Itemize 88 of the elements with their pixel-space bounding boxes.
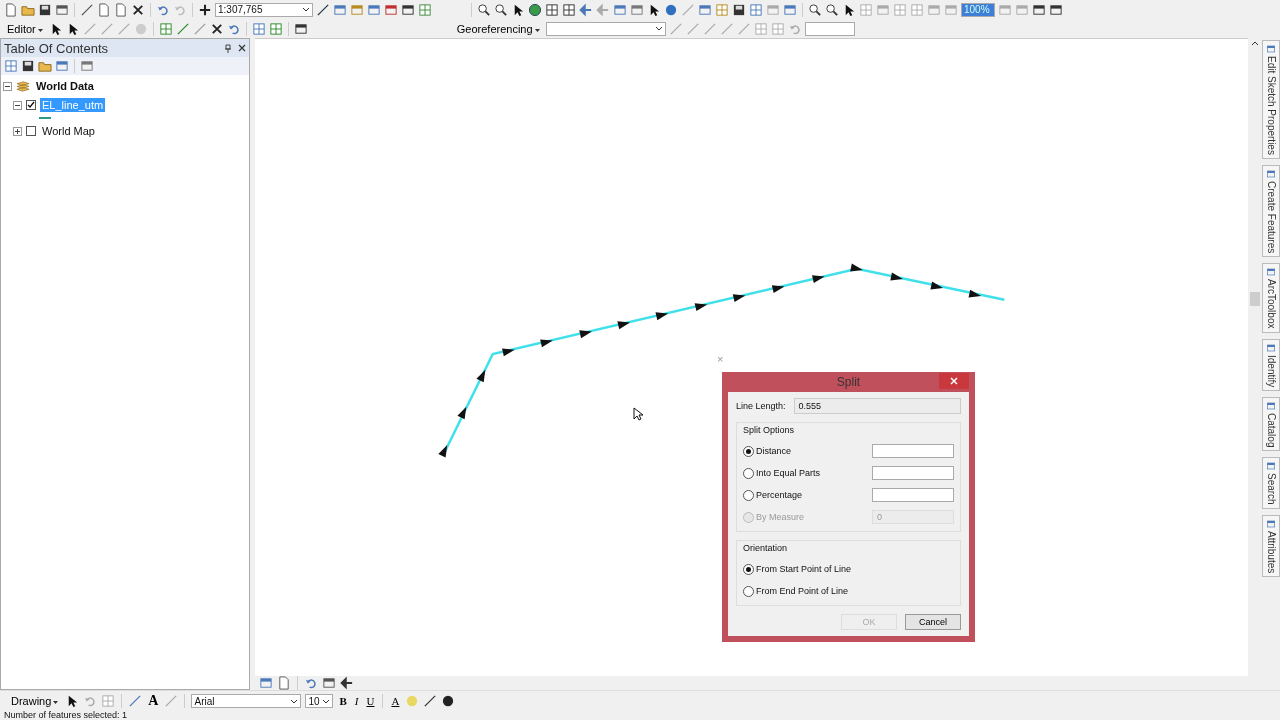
- radio-circle[interactable]: [743, 489, 754, 501]
- side-tab[interactable]: Catalog: [1262, 396, 1280, 452]
- scroll-up-icon[interactable]: [1251, 40, 1259, 46]
- expand-toggle[interactable]: [13, 100, 22, 110]
- add-data-icon[interactable]: [198, 2, 212, 17]
- save-icon[interactable]: [38, 2, 52, 17]
- italic-button[interactable]: I: [352, 695, 361, 707]
- side-tab[interactable]: Attributes: [1262, 515, 1280, 578]
- option-radio[interactable]: Percentage: [743, 489, 803, 501]
- chevron-down-icon: [302, 7, 310, 12]
- option-radio[interactable]: Into Equal Parts: [743, 467, 821, 479]
- new-document-icon[interactable]: [4, 2, 18, 17]
- caret-icon: [37, 28, 43, 33]
- option-radio[interactable]: Distance: [743, 445, 791, 457]
- layer-label[interactable]: World Map: [40, 124, 97, 138]
- caret-icon: [53, 701, 59, 705]
- side-tab[interactable]: Search: [1262, 457, 1280, 510]
- globe-icon[interactable]: [528, 2, 542, 17]
- radio-circle[interactable]: [743, 445, 754, 457]
- text-tool[interactable]: A: [146, 693, 161, 709]
- radio-circle[interactable]: [743, 467, 754, 479]
- pin-icon[interactable]: [224, 43, 232, 53]
- side-tab[interactable]: Edit Sketch Properties: [1262, 40, 1280, 159]
- dialog-button[interactable]: Cancel: [905, 614, 961, 630]
- expand-toggle[interactable]: [13, 126, 22, 136]
- window-icon[interactable]: [333, 2, 347, 17]
- side-tab[interactable]: ArcToolbox: [1262, 263, 1280, 333]
- field-label: Line Length:: [736, 401, 786, 411]
- caret-icon: [534, 28, 540, 33]
- chevron-down-icon: [290, 698, 299, 704]
- chevron-down-icon: [654, 26, 663, 31]
- option-label: Percentage: [756, 490, 803, 500]
- scrollbar-thumb[interactable]: [1250, 292, 1260, 306]
- status-text: Number of features selected: 1: [3, 711, 129, 720]
- layout-zoom-in-icon[interactable]: [808, 2, 822, 17]
- back-arrow-icon[interactable]: [579, 2, 593, 17]
- tab-icon[interactable]: [1266, 267, 1276, 278]
- bold-button[interactable]: B: [337, 695, 349, 707]
- dialog-title: Split: [836, 375, 861, 389]
- zoom-out-icon[interactable]: [494, 2, 508, 17]
- option-label: By Measure: [756, 512, 805, 522]
- option-label: From End Point of Line: [756, 586, 849, 596]
- mouse-cursor-icon: [633, 407, 643, 421]
- radio-circle[interactable]: [743, 563, 754, 575]
- tab-icon[interactable]: [1266, 400, 1276, 411]
- layer-checkbox[interactable]: [26, 100, 36, 110]
- option-label: From Start Point of Line: [756, 564, 852, 574]
- line-length-field[interactable]: 0.555: [793, 398, 961, 414]
- option-value-field[interactable]: [872, 488, 954, 502]
- angle-input-field[interactable]: [804, 21, 855, 36]
- side-tab[interactable]: Identify: [1262, 338, 1280, 391]
- editor-menu[interactable]: Editor: [4, 22, 46, 35]
- refresh-icon[interactable]: [304, 676, 318, 690]
- option-value-field[interactable]: [872, 444, 954, 458]
- drawing-menu[interactable]: Drawing: [8, 695, 62, 707]
- option-label: Into Equal Parts: [756, 468, 821, 478]
- font-color-button[interactable]: A: [389, 695, 402, 707]
- tab-icon[interactable]: [1266, 342, 1276, 353]
- tab-icon[interactable]: [1266, 519, 1276, 530]
- option-value-field[interactable]: [872, 466, 954, 480]
- layout-zoom-out-icon[interactable]: [825, 2, 839, 17]
- layout-zoom-dropdown[interactable]: 100%: [961, 2, 995, 17]
- expand-toggle[interactable]: [3, 81, 12, 91]
- forward-arrow-icon[interactable]: [596, 2, 610, 17]
- layer-checkbox[interactable]: [26, 126, 36, 136]
- tab-icon[interactable]: [1266, 461, 1276, 472]
- line-symbol: [39, 117, 51, 119]
- tab-icon[interactable]: [1266, 44, 1276, 54]
- close-button[interactable]: [939, 373, 969, 389]
- close-icon[interactable]: [238, 43, 246, 52]
- close-icon: [950, 377, 958, 385]
- chevron-down-icon: [322, 698, 331, 704]
- option-label: Distance: [756, 446, 791, 456]
- zoom-in-icon[interactable]: [477, 2, 491, 17]
- group-title: Orientation: [743, 543, 789, 553]
- map-scale-dropdown[interactable]: 1:307,765: [215, 2, 313, 17]
- delete-icon[interactable]: [131, 2, 145, 17]
- side-tab[interactable]: Create Features: [1262, 164, 1280, 258]
- layers-icon: [16, 79, 30, 93]
- georeferencing-menu[interactable]: Georeferencing: [453, 22, 543, 35]
- group-title: Split Options: [743, 425, 796, 435]
- tab-icon[interactable]: [1266, 168, 1276, 179]
- radio-circle[interactable]: [743, 585, 754, 597]
- font-dropdown[interactable]: Arial: [191, 694, 302, 708]
- group-layer-label[interactable]: World Data: [34, 79, 96, 93]
- panel-title: Table Of Contents: [4, 40, 109, 56]
- font-size-dropdown[interactable]: 10: [305, 694, 334, 708]
- underline-button[interactable]: U: [364, 695, 377, 707]
